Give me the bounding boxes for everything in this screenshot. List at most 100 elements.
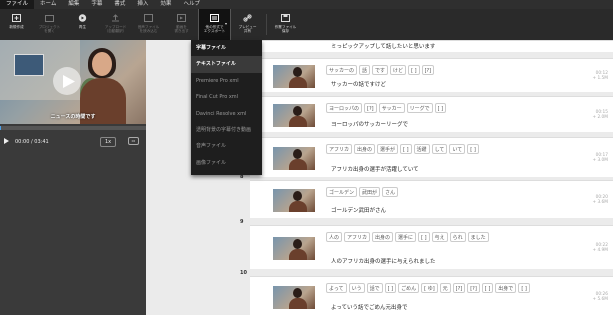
sentence-text[interactable]: ゴールデン武田がさん [331,206,386,214]
row-thumbnail [273,147,315,170]
sentence-text[interactable]: ヨーロッパのサッカーリーグで [331,120,408,128]
export-transparent-video[interactable]: 透明背景の字幕付き動画 [191,122,262,138]
export-icon [210,14,219,22]
time-display: 00:00 / 03:41 [15,139,49,145]
speed-button[interactable]: 1x [100,137,117,147]
save-icon [281,14,290,22]
seek-progress [0,126,2,130]
word-chip[interactable]: [ ] [434,103,447,113]
word-chip[interactable]: して [431,144,448,154]
word-chip[interactable]: 選手に [395,232,417,242]
word-chip[interactable]: ゴールデン [326,187,358,197]
word-chip[interactable]: [?] [467,283,480,293]
word-chip[interactable]: [?] [452,283,466,293]
save-work-file-button[interactable]: 作業ファイル 保存 [269,9,302,40]
word-chip[interactable]: です [372,65,389,75]
word-chip[interactable]: サッカー [378,103,405,113]
sentence-text[interactable]: 人のアフリカ出身の選手に与えられました [331,257,436,265]
word-chip[interactable]: [?] [364,103,377,113]
word-chip[interactable]: [ ] [467,144,479,154]
export-text-file[interactable]: テキストファイル [191,56,262,73]
word-chip[interactable]: 元 [439,283,451,293]
word-chip[interactable]: 話で [366,283,383,293]
word-chip[interactable]: [ ] [384,283,397,293]
transcript-row[interactable]: 人の アフリカ 出身の 選手に[ ] 与え られ ました 人のアフリカ出身の選手に与えられまし… [250,225,613,269]
menu-help[interactable]: ヘルプ [177,0,206,9]
caption-toggle-icon[interactable]: ▭ [128,137,139,145]
export-finalcut-xml[interactable]: Final Cut Pro xml [191,89,262,105]
preview-share-button[interactable]: プレビュー 共有 [231,9,264,40]
word-chip[interactable]: 出身で [495,283,517,293]
word-chip[interactable]: けど [390,65,407,75]
export-premiere-xml[interactable]: Premiere Pro xml [191,73,262,89]
word-chip[interactable]: [ ] [400,144,412,154]
word-chip[interactable]: 与え [431,232,448,242]
import-audio-button[interactable]: 音声ファイル を読み込む [132,9,165,40]
word-chip[interactable]: [ ] [518,283,530,293]
word-chip[interactable]: 出身の [354,144,376,154]
transcript-row[interactable]: ヨーロッパの [?] サッカー リーグで[ ] ヨーロッパのサッカーリーグで 00:15 … [250,96,613,132]
sentence-text[interactable]: アフリカ出身の選手が活躍していて [331,165,419,173]
export-other-format-button[interactable]: 他の形式で エクスポート ▾ [198,9,231,40]
word-chip[interactable]: 人の [326,232,343,242]
menu-edit[interactable]: 編集 [62,0,85,9]
word-chip[interactable]: [ ] [481,283,494,293]
menu-effects[interactable]: 効果 [154,0,177,9]
export-davinci-xml[interactable]: Davinci Resolve xml [191,106,262,122]
menu-subtitle[interactable]: 字幕 [85,0,108,9]
word-chips: ヨーロッパの [?] サッカー リーグで[ ] [326,103,447,113]
word-chip[interactable]: 活躍 [413,144,430,154]
transcript-row[interactable]: サッカーの話です けど[ ] [?] サッカーの話ですけど 00:12 + 1.5M [250,58,613,92]
menu-file[interactable]: ファイル [0,0,35,9]
export-image-file[interactable]: 画像ファイル [191,155,262,171]
word-chip[interactable]: 話 [359,65,371,75]
sentence-text[interactable]: サッカーの話ですけど [331,80,386,88]
transcript-row[interactable]: よって いう 話で[ ] ごめん[ ゆ] 元 [?] [?][ ] 出身で[ ] よっていう話で… [250,276,613,315]
sentence-text[interactable]: よっていう話でごめん元出身で [331,303,408,311]
menu-format[interactable]: 書式 [108,0,131,9]
word-chip[interactable]: [ ] [418,232,430,242]
word-chip[interactable]: ヨーロッパの [326,103,363,113]
word-chip[interactable]: いて [449,144,466,154]
audio-icon [144,14,153,22]
sentence-text[interactable]: ミっピックアップして話したいと思います [331,42,435,50]
word-chip[interactable]: さん [382,187,399,197]
word-chip[interactable]: サッカーの [326,65,358,75]
seek-bar[interactable] [0,126,146,130]
export-audio-file[interactable]: 音声ファイル [191,138,262,154]
word-chip[interactable]: よって [326,283,347,293]
video-preview[interactable]: ニュースの時間です [0,40,146,124]
upload-button[interactable]: アップロード （自動翻訳） [99,9,132,40]
export-subtitle-file[interactable]: 字幕ファイル [191,40,262,56]
word-chip[interactable]: アフリカ [344,232,371,242]
word-chip[interactable]: アフリカ [326,144,353,154]
open-project-button[interactable]: プロジェクト を開く [33,9,66,40]
row-thumbnail [273,65,315,88]
play-button[interactable]: 再生 [66,9,99,40]
ribbon-toolbar: 新規作成 プロジェクト を開く 再生 アップロード （自動翻訳） 音声ファイル … [0,9,613,40]
share-label-2: 共有 [243,29,252,33]
new-project-button[interactable]: 新規作成 [0,9,33,40]
word-chip[interactable]: [ ゆ] [421,283,438,293]
transcript-row[interactable]: アフリカ 出身の 選手が[ ] 活躍 して いて[ ] アフリカ出身の選手が活躍していて 00… [250,137,613,177]
word-chips: 人の アフリカ 出身の 選手に[ ] 与え られ ました [326,232,489,242]
word-chip[interactable]: 選手が [377,144,399,154]
word-chip[interactable]: ました [467,232,489,242]
word-chip[interactable]: いう [348,283,365,293]
word-chip[interactable]: ごめん [398,283,420,293]
word-chip[interactable]: [?] [421,65,435,75]
transcript-row[interactable]: ゴールデン 武田が さん ゴールデン武田がさん 00:20 + 3.6M [250,180,613,218]
play-icon [62,74,75,88]
menu-home[interactable]: ホーム [34,0,62,9]
word-chip[interactable]: 出身の [372,232,394,242]
word-chip[interactable]: 武田が [359,187,381,197]
video-play-button[interactable] [53,67,81,95]
export-video-button[interactable]: 動画を 書き出す [165,9,198,40]
transcript-row[interactable]: ミっピックアップして話したいと思います [250,40,613,52]
word-chip[interactable]: られ [449,232,466,242]
play-icon[interactable] [4,138,10,146]
word-chip[interactable]: [ ] [408,65,420,75]
menu-insert[interactable]: 挿入 [131,0,154,9]
word-chip[interactable]: リーグで [406,103,433,113]
row-number: 9 [240,219,244,225]
